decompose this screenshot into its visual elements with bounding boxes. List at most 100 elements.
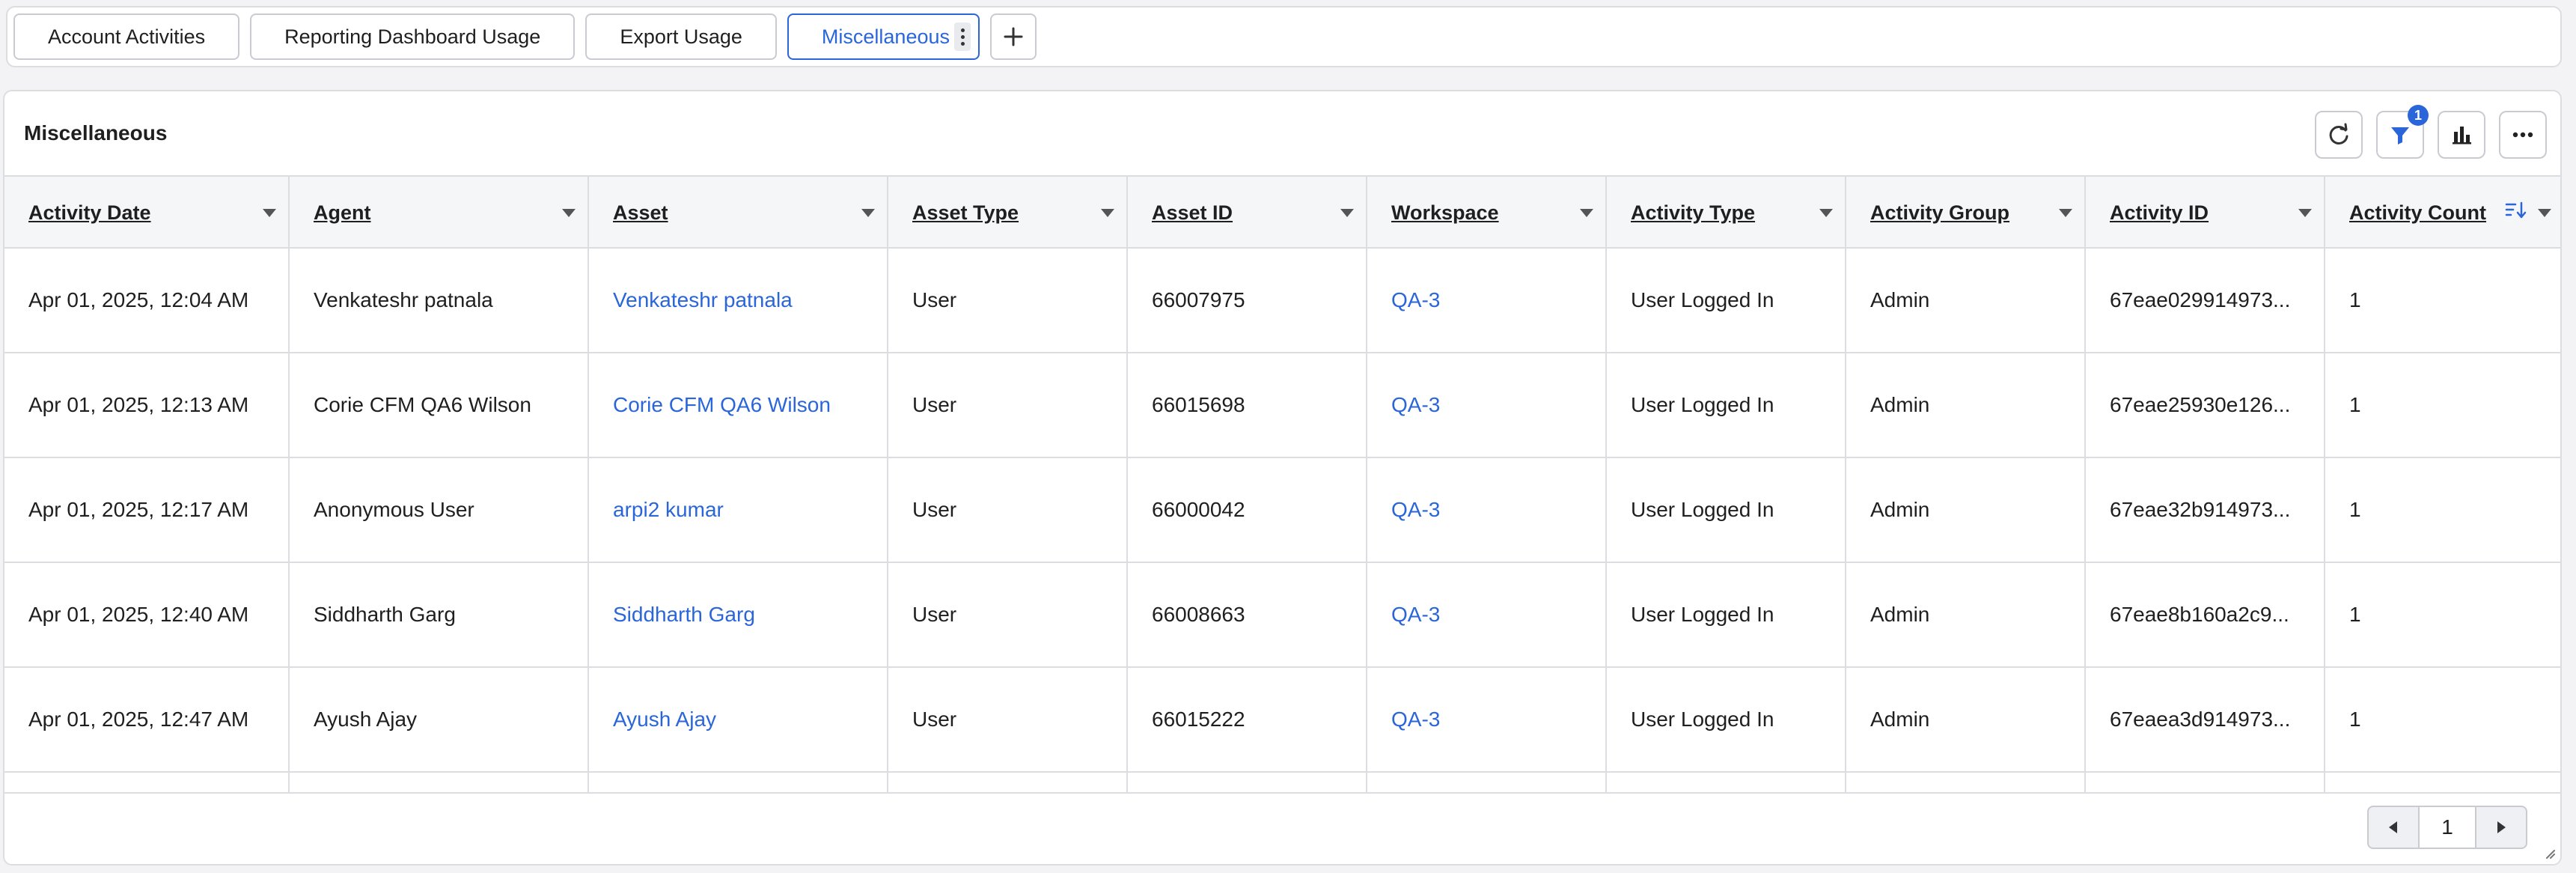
widget-actions: 1 [2315,105,2547,159]
table-row[interactable]: Apr 01, 2025, 12:13 AM Corie CFM QA6 Wil… [4,353,2560,458]
cell-activity-id: 67eae32b914973... [2086,458,2325,562]
cell-activity-type: User Logged In [1607,249,1846,352]
cell-activity-group: Admin [1846,458,2086,562]
tab-account-activities[interactable]: Account Activities [13,13,240,60]
cell-activity-group: Admin [1846,668,2086,771]
table-header: Activity Date Agent Asset Asset Type Ass… [4,177,2560,249]
cell-asset-link[interactable]: Corie CFM QA6 Wilson [589,353,888,457]
table-row[interactable]: Apr 01, 2025, 12:47 AM Ayush Ajay Ayush … [4,668,2560,773]
column-header-asset-type[interactable]: Asset Type [888,177,1128,249]
widget-header: Miscellaneous 1 [4,91,2560,177]
cell-asset-link[interactable]: Venkateshr patnala [589,249,888,352]
cell-agent: Anonymous User [290,458,589,562]
column-menu-caret-icon[interactable] [861,209,875,217]
cell-activity-count: 1 [2349,393,2361,416]
cell-activity-date: Apr 01, 2025, 12:13 AM [4,353,290,457]
cell-agent: Venkateshr patnala [290,249,589,352]
cell-asset-link[interactable]: arpi2 kumar [589,458,888,562]
cell-agent: Ayush Ajay [290,668,589,771]
add-tab-button[interactable] [990,13,1037,60]
cell-workspace-link[interactable]: QA-3 [1367,668,1607,771]
cell-activity-group: Admin [1846,249,2086,352]
more-options-button[interactable] [2499,111,2547,159]
cell-activity-id: 67eae029914973... [2086,249,2325,352]
cell-activity-date: Apr 01, 2025, 12:17 AM [4,458,290,562]
cell-workspace-link[interactable]: QA-3 [1367,353,1607,457]
cell-agent: Corie CFM QA6 Wilson [290,353,589,457]
table-row[interactable]: Apr 01, 2025, 12:04 AM Venkateshr patnal… [4,249,2560,353]
bar-chart-icon [2453,127,2471,145]
plus-icon [1004,27,1023,46]
column-menu-caret-icon[interactable] [2298,209,2312,217]
column-header-activity-id[interactable]: Activity ID [2086,177,2325,249]
cell-asset-type: User [888,249,1128,352]
current-page-number[interactable]: 1 [2420,806,2475,849]
cell-activity-date: Apr 01, 2025, 12:04 AM [4,249,290,352]
tab-label: Miscellaneous [821,25,950,48]
cell-asset-link[interactable]: Ayush Ajay [589,668,888,771]
triangle-right-icon [2497,821,2506,833]
table-row[interactable]: Apr 01, 2025, 12:40 AM Siddharth Garg Si… [4,563,2560,668]
column-menu-caret-icon[interactable] [2059,209,2072,217]
filter-icon [2391,127,2409,145]
column-menu-caret-icon[interactable] [1340,209,1354,217]
column-header-agent[interactable]: Agent [290,177,589,249]
filter-count-badge: 1 [2408,105,2429,126]
column-menu-caret-icon[interactable] [1819,209,1833,217]
tab-miscellaneous[interactable]: Miscellaneous [787,13,980,60]
dashboard-tab-bar: Account Activities Reporting Dashboard U… [6,6,2562,67]
resize-handle-icon[interactable] [2544,848,2556,860]
cell-workspace-link[interactable]: QA-3 [1367,563,1607,666]
cell-activity-id: 67eaea3d914973... [2086,668,2325,771]
column-menu-caret-icon[interactable] [562,209,576,217]
next-page-button[interactable] [2475,806,2527,849]
cell-agent: Siddharth Garg [290,563,589,666]
cell-activity-id: 67eae8b160a2c9... [2086,563,2325,666]
pagination: 1 [2367,806,2527,849]
tab-label: Export Usage [620,25,742,48]
filter-button[interactable]: 1 [2376,105,2429,159]
cell-activity-count: 1 [2349,288,2361,311]
column-header-activity-type[interactable]: Activity Type [1607,177,1846,249]
tab-options-icon[interactable] [954,22,971,51]
column-menu-caret-icon[interactable] [1101,209,1114,217]
cell-asset-link[interactable]: Siddharth Garg [589,563,888,666]
cell-activity-group: Admin [1846,353,2086,457]
cell-activity-date: Apr 01, 2025, 12:47 AM [4,668,290,771]
column-header-activity-count[interactable]: Activity Count [2325,177,2560,249]
column-header-asset[interactable]: Asset [589,177,888,249]
tab-export-usage[interactable]: Export Usage [585,13,777,60]
miscellaneous-widget: Miscellaneous 1 Activity Date Agent Asse… [3,90,2562,866]
triangle-left-icon [2389,821,2397,833]
refresh-button[interactable] [2315,111,2363,159]
column-header-asset-id[interactable]: Asset ID [1128,177,1367,249]
cell-activity-type: User Logged In [1607,563,1846,666]
cell-activity-date: Apr 01, 2025, 12:40 AM [4,563,290,666]
sort-descending-icon[interactable] [2505,201,2527,220]
cell-activity-type: User Logged In [1607,353,1846,457]
cell-workspace-link[interactable]: QA-3 [1367,249,1607,352]
column-menu-caret-icon[interactable] [263,209,276,217]
cell-workspace-link[interactable]: QA-3 [1367,458,1607,562]
table-body: Apr 01, 2025, 12:04 AM Venkateshr patnal… [4,249,2560,795]
cell-activity-count: 1 [2349,603,2361,626]
cell-asset-type: User [888,353,1128,457]
cell-activity-count: 1 [2349,708,2361,731]
column-header-activity-group[interactable]: Activity Group [1846,177,2086,249]
column-header-activity-date[interactable]: Activity Date [4,177,290,249]
cell-asset-id: 66015222 [1128,668,1367,771]
cell-asset-id: 66000042 [1128,458,1367,562]
cell-asset-type: User [888,668,1128,771]
column-menu-caret-icon[interactable] [1580,209,1593,217]
table-row[interactable]: Apr 01, 2025, 12:17 AM Anonymous User ar… [4,458,2560,563]
cell-asset-type: User [888,458,1128,562]
chart-type-button[interactable] [2438,111,2485,159]
tab-reporting-dashboard-usage[interactable]: Reporting Dashboard Usage [250,13,576,60]
previous-page-button[interactable] [2367,806,2420,849]
cell-asset-id: 66015698 [1128,353,1367,457]
column-menu-caret-icon[interactable] [2538,209,2551,217]
cell-activity-group: Admin [1846,563,2086,666]
cell-asset-type: User [888,563,1128,666]
cell-activity-type: User Logged In [1607,458,1846,562]
column-header-workspace[interactable]: Workspace [1367,177,1607,249]
